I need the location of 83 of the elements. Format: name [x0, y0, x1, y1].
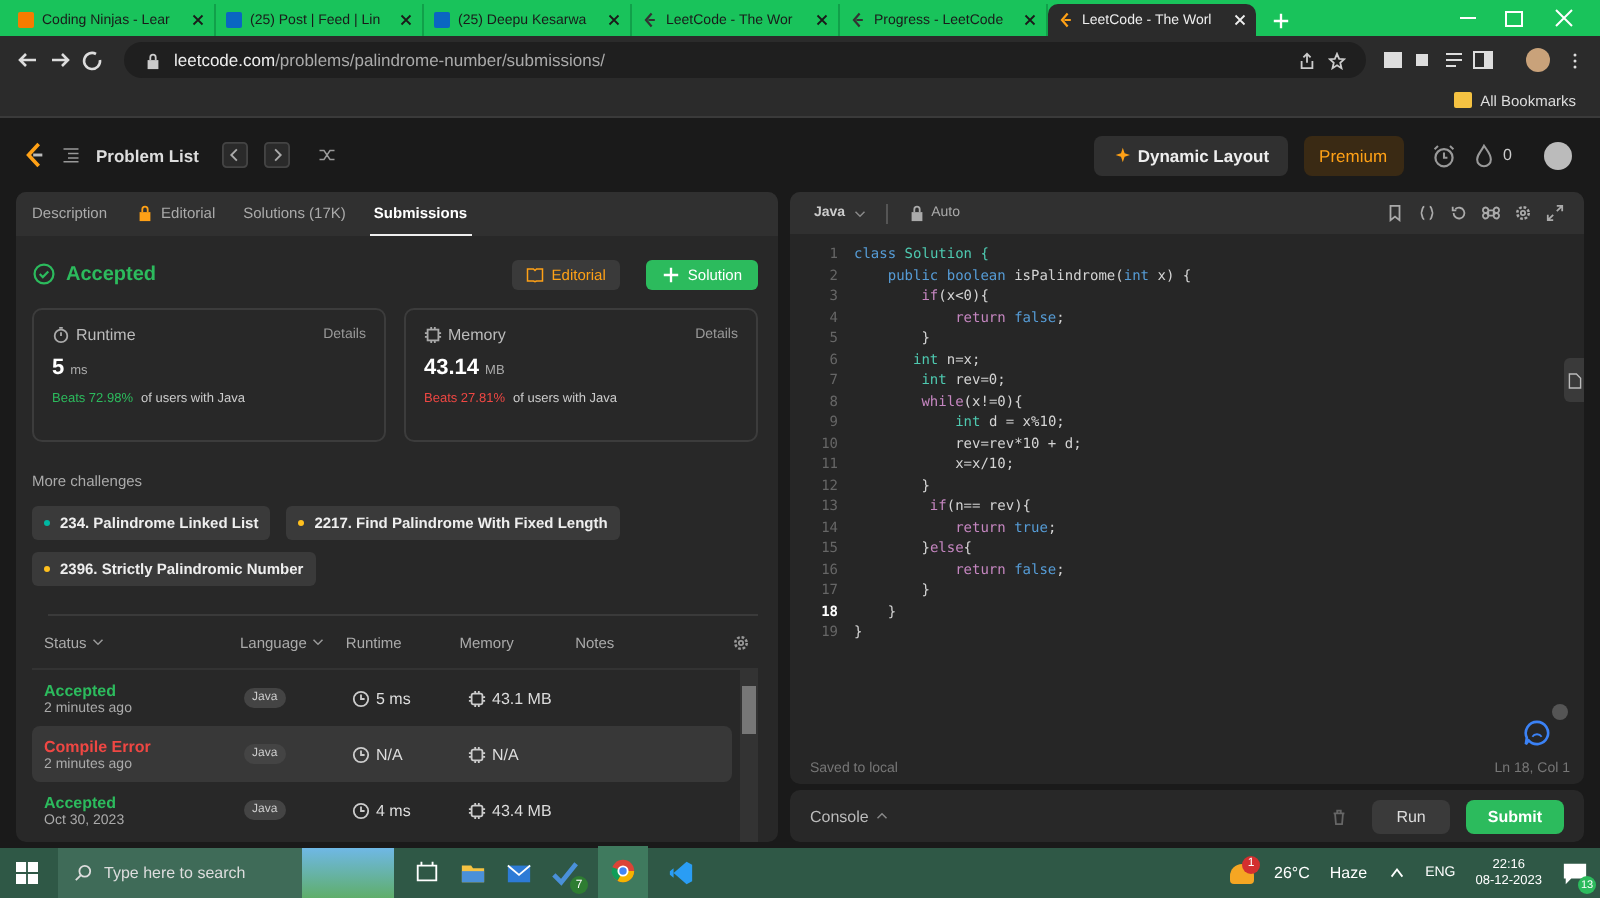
temperature: 26°C: [1274, 864, 1310, 882]
clock-icon: [352, 801, 370, 819]
folder-icon: [1454, 92, 1473, 108]
submission-status: Accepted: [44, 793, 117, 811]
linkedin-logo-icon: [434, 12, 450, 28]
chip-icon: [468, 801, 486, 819]
leetcode-logo-icon[interactable]: [24, 142, 46, 168]
command-icon[interactable]: [1482, 204, 1500, 222]
dynamic-layout-button[interactable]: Dynamic Layout: [1093, 135, 1288, 175]
search-highlight-drawing: [302, 848, 394, 898]
expand-icon[interactable]: [1546, 204, 1564, 222]
braces-icon[interactable]: [1418, 204, 1436, 222]
chip-icon: [468, 745, 486, 763]
checkmark-app-icon[interactable]: [552, 860, 578, 886]
plus-icon: [661, 265, 680, 283]
chevron-up-icon[interactable]: [1387, 864, 1406, 882]
stat-title: Memory: [448, 326, 506, 344]
settings-icon[interactable]: [1514, 204, 1532, 222]
search-icon: [74, 864, 92, 882]
memory-value: 43.1 MB: [492, 689, 552, 707]
address-bar[interactable]: leetcode.com/problems/palindrome-number/submissions/: [124, 42, 1366, 78]
book-icon: [525, 265, 544, 283]
chip-icon: [424, 326, 442, 344]
feedback-bubble-icon[interactable]: [1524, 720, 1550, 746]
mail-icon[interactable]: [506, 860, 532, 886]
problem-list-link[interactable]: Problem List: [96, 145, 199, 165]
settings-icon[interactable]: [732, 633, 750, 651]
submission-status: Accepted: [44, 681, 117, 699]
alarm-clock-icon[interactable]: [1431, 143, 1456, 167]
runtime-value: 5 ms: [376, 689, 411, 707]
next-icon[interactable]: [264, 142, 291, 168]
list-icon[interactable]: [62, 146, 80, 164]
submission-status: Accepted: [66, 263, 157, 285]
clock-icon: [352, 745, 370, 763]
memory-value: N/A: [492, 745, 519, 763]
memory-value: 43.4 MB: [492, 801, 552, 819]
stat-title: Runtime: [76, 326, 136, 344]
browser-icon[interactable]: [610, 857, 636, 883]
streak-count: 0: [1503, 146, 1512, 164]
runtime-value: N/A: [376, 745, 403, 763]
ninja-logo-icon: [18, 12, 34, 28]
console-toggle[interactable]: Console: [810, 807, 889, 825]
linkedin-logo-icon: [226, 12, 242, 28]
lock-icon: [135, 204, 154, 222]
taskbar-search-field[interactable]: Type here to search: [58, 848, 394, 898]
user-avatar[interactable]: [1544, 141, 1572, 169]
stopwatch-icon: [52, 326, 70, 344]
sparkle-icon: [1111, 146, 1130, 164]
stat-value: 5: [52, 356, 65, 380]
runtime-value: 4 ms: [376, 801, 411, 819]
leetcode-logo-icon: [850, 12, 866, 28]
scrollbar[interactable]: [740, 670, 758, 842]
folder-icon[interactable]: [460, 860, 486, 886]
chevron-down-icon: [312, 638, 325, 646]
run-button[interactable]: Run: [1372, 799, 1450, 833]
weather-condition: Haze: [1329, 864, 1368, 882]
bookmark-icon[interactable]: [1386, 204, 1404, 222]
url-text: leetcode.com/problems/palindrome-number/submissions/: [174, 50, 605, 70]
windows-start-icon[interactable]: [16, 862, 38, 884]
leetcode-logo-icon: [1058, 12, 1074, 28]
clock-icon: [352, 689, 370, 707]
previous-icon[interactable]: [222, 142, 249, 168]
submission-status: Compile Error: [44, 737, 151, 755]
chevron-down-icon: [92, 638, 105, 646]
code-editor-icon[interactable]: [668, 860, 694, 886]
profile-avatar[interactable]: [1526, 48, 1550, 72]
notes-tab[interactable]: [1564, 358, 1584, 402]
leetcode-logo-icon: [642, 12, 658, 28]
chip-icon: [468, 689, 486, 707]
reset-icon[interactable]: [1450, 204, 1468, 222]
share-icon[interactable]: [1298, 51, 1316, 69]
check-circle-icon: [32, 262, 56, 286]
document-icon: [1567, 371, 1581, 389]
star-icon[interactable]: [1328, 51, 1346, 69]
stat-value: 43.14: [424, 356, 480, 380]
task-view-icon[interactable]: [414, 860, 440, 886]
lock-icon: [907, 204, 926, 222]
premium-button[interactable]: Premium: [1303, 135, 1404, 175]
chevron-down-icon: [853, 209, 866, 217]
chevron-up-icon: [876, 812, 889, 820]
trash-icon[interactable]: [1330, 807, 1349, 825]
shuffle-icon[interactable]: [318, 146, 337, 164]
lock-icon: [144, 51, 162, 69]
